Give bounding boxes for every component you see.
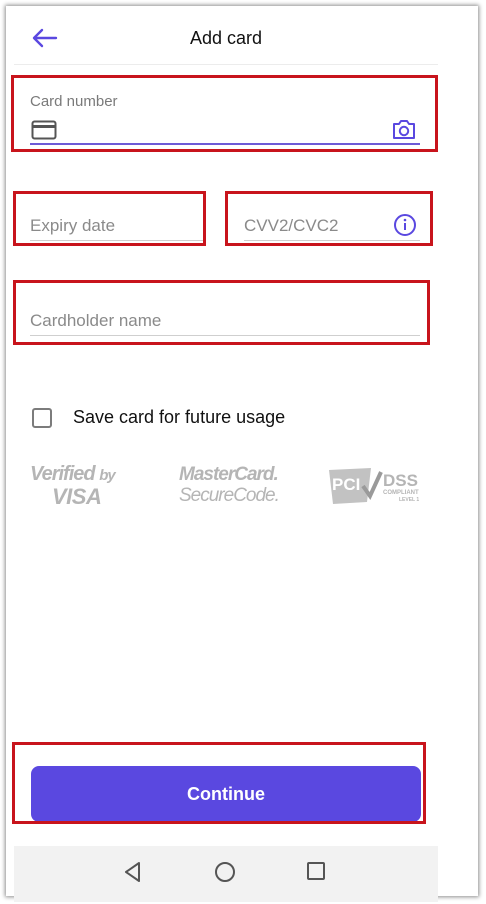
- mastercard-logo-line2: SecureCode.: [179, 485, 280, 506]
- highlight-expiry: [13, 191, 206, 246]
- pci-level-text: LEVEL 1: [399, 497, 420, 503]
- visa-logo-line1: Verified: [30, 463, 96, 485]
- save-card-checkbox[interactable]: [32, 408, 52, 428]
- highlight-continue: [12, 742, 426, 824]
- visa-logo-by: by: [99, 467, 115, 484]
- save-card-label: Save card for future usage: [73, 407, 286, 427]
- nav-home-circle-icon[interactable]: [213, 860, 237, 884]
- mastercard-logo-line1: MasterCard.: [179, 464, 279, 485]
- device-frame: Add card Card number Expiry date CVV2/CV…: [6, 6, 478, 902]
- pci-mark: PCI: [332, 475, 361, 494]
- visa-logo-line2: VISA: [52, 484, 102, 509]
- highlight-card-number: [11, 75, 438, 152]
- app-header: Add card: [14, 14, 438, 65]
- pci-dss-text: DSS: [383, 471, 418, 490]
- system-navbar: [14, 846, 438, 902]
- nav-recents-square-icon[interactable]: [306, 861, 326, 881]
- page-title: Add card: [189, 28, 263, 48]
- nav-back-triangle-icon[interactable]: [123, 861, 143, 883]
- pci-compliant-text: COMPLIANT: [383, 490, 419, 496]
- highlight-cvv: [225, 191, 433, 246]
- highlight-cardholder: [13, 280, 430, 345]
